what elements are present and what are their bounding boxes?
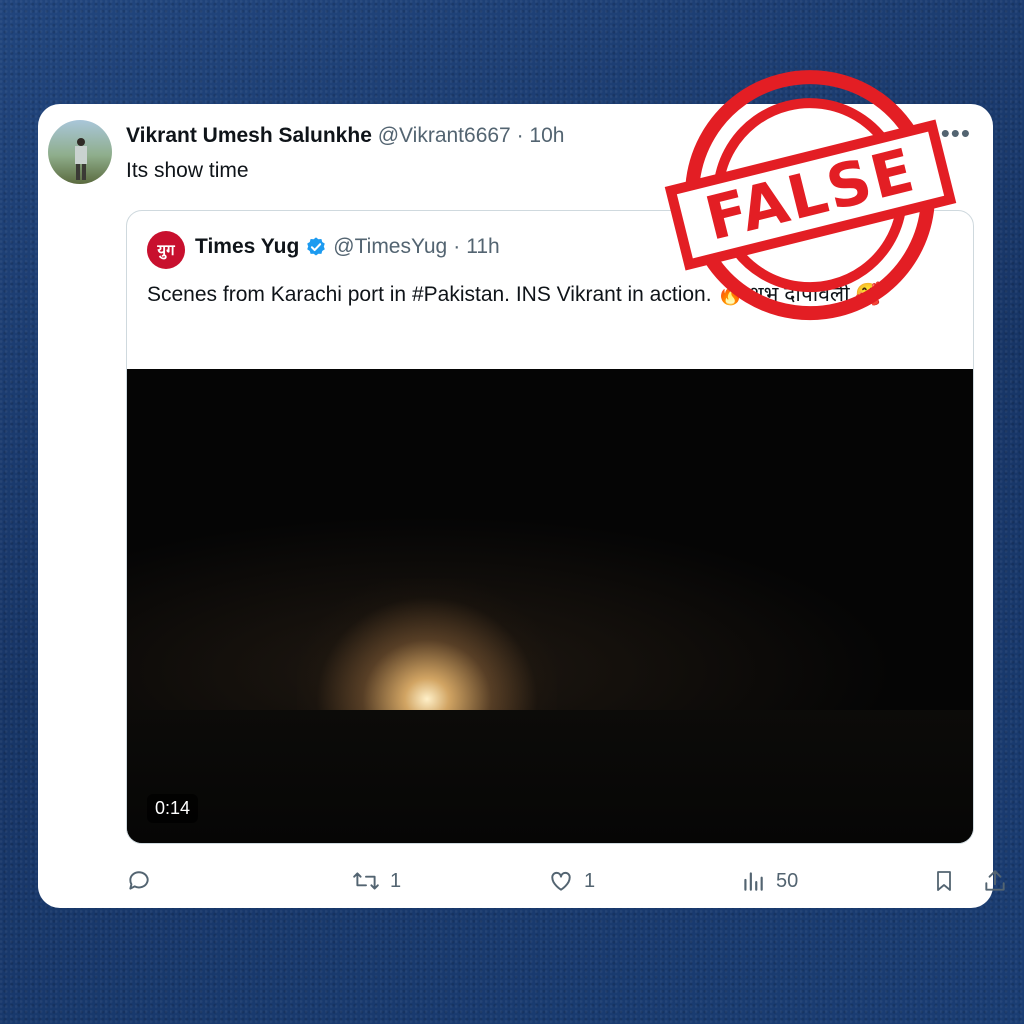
heart-icon bbox=[551, 871, 571, 891]
video-player[interactable]: 0:14 bbox=[127, 369, 973, 843]
repost-count: 1 bbox=[390, 869, 402, 892]
views-icon bbox=[744, 872, 763, 891]
quoted-time[interactable]: 11h bbox=[466, 235, 499, 259]
reply-button[interactable] bbox=[126, 868, 152, 894]
verified-badge-icon bbox=[307, 237, 326, 256]
post-text: Its show time bbox=[126, 159, 249, 182]
author-avatar[interactable] bbox=[48, 120, 112, 184]
author-name[interactable]: Vikrant Umesh Salunkhe bbox=[126, 124, 372, 147]
video-duration: 0:14 bbox=[147, 794, 199, 823]
quoted-header: Times Yug @TimesYug · 11h bbox=[195, 235, 500, 259]
share-button[interactable] bbox=[982, 868, 1008, 894]
author-handle[interactable]: @Vikrant6667 bbox=[378, 124, 511, 147]
repost-button[interactable]: 1 bbox=[352, 868, 401, 894]
like-button[interactable]: 1 bbox=[548, 868, 595, 894]
header-separator: · bbox=[516, 124, 524, 147]
more-options-icon[interactable]: ••• bbox=[941, 118, 971, 149]
like-count: 1 bbox=[584, 869, 596, 892]
post-time[interactable]: 10h bbox=[529, 124, 564, 147]
share-icon bbox=[985, 870, 1005, 891]
bookmark-button[interactable] bbox=[932, 868, 956, 894]
views-count: 50 bbox=[776, 869, 799, 892]
views-button[interactable]: 50 bbox=[740, 868, 798, 894]
quoted-separator: · bbox=[453, 235, 461, 258]
post-header: Vikrant Umesh Salunkhe @Vikrant6667 · 10… bbox=[126, 124, 564, 148]
action-bar: 1 1 50 bbox=[126, 868, 1005, 898]
quoted-name[interactable]: Times Yug bbox=[195, 235, 299, 259]
bookmark-icon bbox=[937, 871, 951, 891]
video-ground bbox=[127, 710, 973, 843]
reply-icon bbox=[129, 871, 149, 890]
repost-icon bbox=[353, 872, 379, 890]
quoted-avatar[interactable]: युग bbox=[147, 231, 185, 269]
quoted-handle[interactable]: @TimesYug bbox=[333, 235, 447, 259]
